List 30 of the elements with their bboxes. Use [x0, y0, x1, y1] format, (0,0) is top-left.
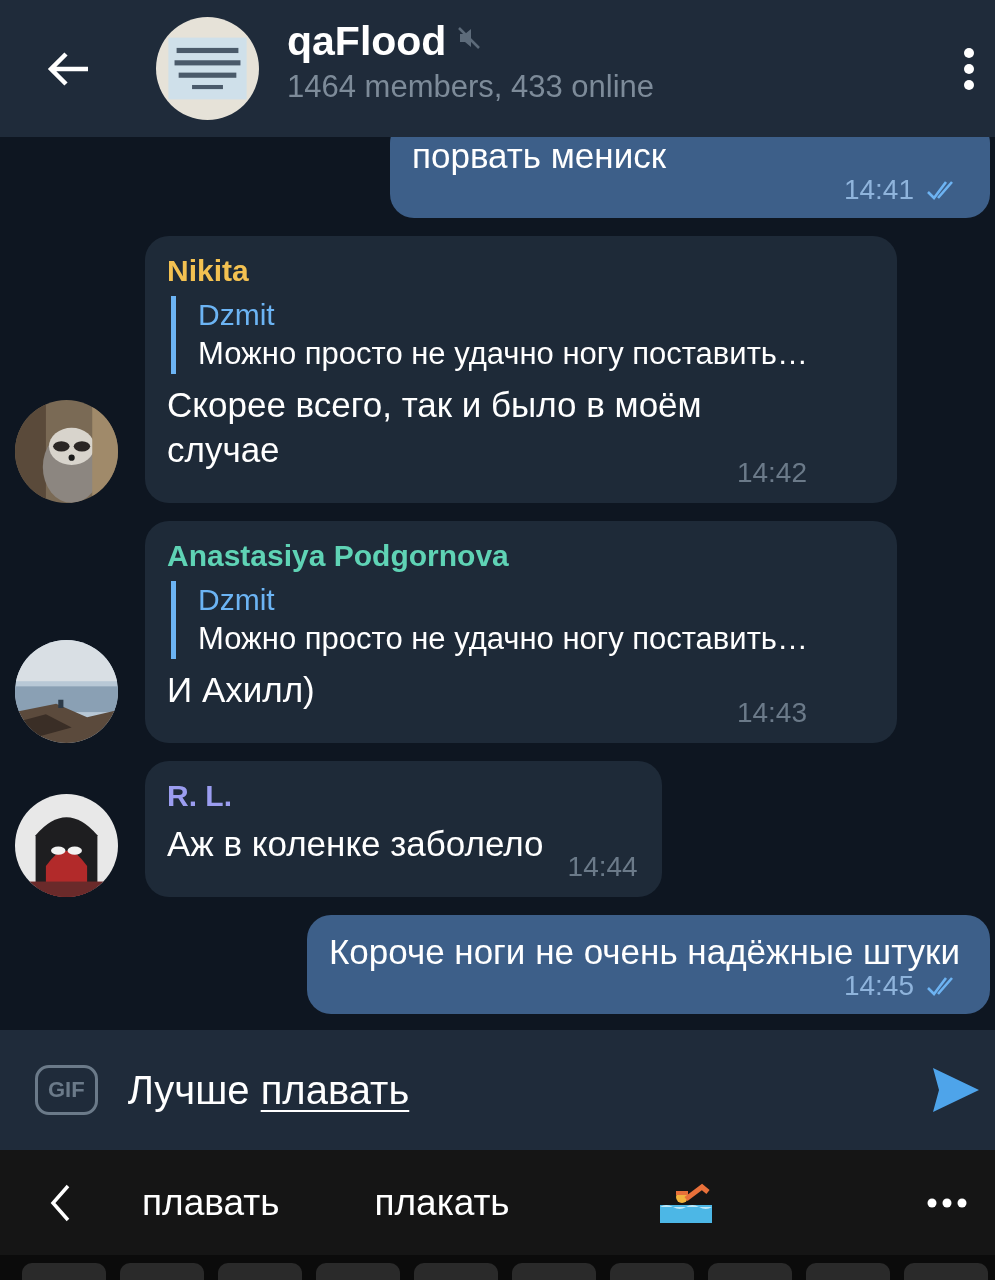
message-input-field[interactable]: Лучше плавать	[127, 1067, 931, 1113]
chat-title: qaFlood	[287, 18, 447, 65]
message-text: И Ахилл)	[167, 670, 315, 709]
message-time: 14:41	[843, 174, 914, 206]
reply-text: Можно просто не удачно ногу поставить…	[198, 335, 809, 373]
reply-author: Dzmit	[198, 297, 276, 333]
message-text: Короче ноги не очень надёжные штуки	[328, 931, 960, 973]
more-icon[interactable]	[927, 1197, 967, 1208]
message-text: порвать мениск	[412, 137, 667, 177]
message-time: 14:42	[736, 457, 807, 489]
member-count: 1464 members, 433 online	[287, 69, 656, 105]
swimmer-icon[interactable]	[659, 1182, 712, 1223]
chevron-left-icon[interactable]	[48, 1182, 72, 1223]
sender-name[interactable]: Nikita	[167, 254, 873, 288]
suggestion-word[interactable]: плавать	[142, 1181, 280, 1224]
message-text: Аж в коленке заболело	[167, 824, 544, 863]
reply-author: Dzmit	[198, 582, 276, 618]
suggestion-word[interactable]: плакать	[374, 1181, 510, 1224]
reply-quote[interactable]: Dzmit Можно просто не удачно ногу поставить…	[171, 296, 873, 374]
message-time: 14:43	[736, 697, 807, 729]
message-time: 14:45	[843, 970, 914, 1002]
reply-text: Можно просто не удачно ногу поставить…	[198, 620, 809, 658]
reply-quote[interactable]: Dzmit Можно просто не удачно ногу поставить…	[171, 581, 873, 659]
sender-name[interactable]: R. L.	[167, 779, 638, 813]
message-text: Скорее всего, так и было в моём случае	[167, 385, 702, 469]
sender-name[interactable]: Anastasiya Podgornova	[167, 539, 873, 573]
message-time: 14:44	[567, 851, 638, 883]
send-icon[interactable]	[931, 1066, 981, 1114]
more-options-icon[interactable]	[963, 46, 975, 91]
back-arrow-icon[interactable]	[46, 50, 90, 87]
